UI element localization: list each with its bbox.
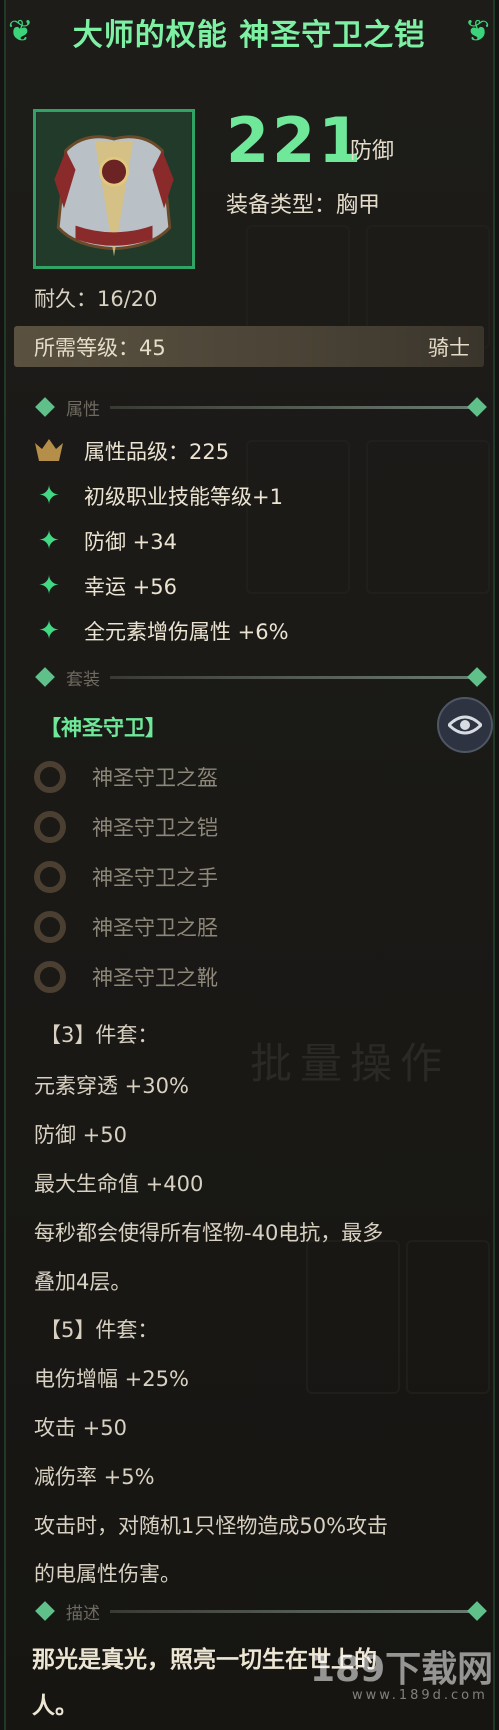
set-bonus-line: 的电属性伤害。 bbox=[34, 1562, 181, 1586]
diamond-icon bbox=[35, 397, 55, 417]
section-label: 属性 bbox=[66, 399, 100, 420]
set-bonus-line: 减伤率 +5% bbox=[34, 1465, 155, 1489]
set-piece: 神圣守卫之手 bbox=[34, 857, 218, 897]
set-piece-name: 神圣守卫之胫 bbox=[92, 916, 218, 940]
divider bbox=[110, 1609, 472, 1613]
chest-armor-icon bbox=[37, 112, 191, 266]
description-line: 人。 bbox=[32, 1693, 78, 1719]
section-header-set: 套装 bbox=[28, 662, 487, 692]
set-piece: 神圣守卫之胫 bbox=[34, 907, 218, 947]
set-bonus-line: 防御 +50 bbox=[34, 1123, 127, 1147]
attribute-row: ✦ 初级职业技能等级+1 bbox=[32, 476, 283, 516]
set-bonus-line: 叠加4层。 bbox=[34, 1270, 132, 1294]
preview-eye-button[interactable] bbox=[437, 697, 493, 753]
set-piece-name: 神圣守卫之盔 bbox=[92, 766, 218, 790]
attribute-row: ✦ 幸运 +56 bbox=[32, 566, 177, 606]
attribute-text: 初级职业技能等级+1 bbox=[84, 485, 283, 509]
attribute-row: 属性品级：225 bbox=[32, 431, 229, 471]
inactive-ring-icon bbox=[34, 861, 66, 893]
attribute-row: ✦ 全元素增伤属性 +6% bbox=[32, 611, 289, 651]
set-bonus-3-header: 【3】件套： bbox=[40, 1023, 159, 1047]
section-label: 套装 bbox=[66, 669, 100, 690]
requirement-bar: 所需等级：45 骑士 bbox=[14, 326, 484, 367]
diamond-icon bbox=[35, 1601, 55, 1621]
set-bonus-line: 元素穿透 +30% bbox=[34, 1074, 189, 1098]
eye-icon bbox=[448, 715, 482, 735]
durability: 耐久：16/20 bbox=[34, 287, 158, 311]
divider bbox=[110, 675, 472, 679]
set-name: 【神圣守卫】 bbox=[40, 716, 166, 740]
set-piece-name: 神圣守卫之靴 bbox=[92, 966, 218, 990]
sparkle-icon: ✦ bbox=[38, 526, 60, 556]
title-bar: ❦ 大师的权能 神圣守卫之铠 ❦ bbox=[8, 6, 490, 58]
diamond-icon bbox=[467, 667, 487, 687]
equip-type: 装备类型：胸甲 bbox=[226, 193, 381, 218]
section-header-description: 描述 bbox=[28, 1596, 487, 1626]
background-slot bbox=[246, 440, 350, 594]
attribute-text: 幸运 +56 bbox=[84, 575, 177, 599]
defense-label: 防御 bbox=[350, 139, 395, 164]
section-label: 描述 bbox=[66, 1603, 100, 1624]
item-icon[interactable] bbox=[33, 109, 195, 269]
required-class: 骑士 bbox=[428, 335, 470, 360]
set-bonus-line: 攻击 +50 bbox=[34, 1416, 127, 1440]
background-slot bbox=[366, 440, 490, 594]
diamond-icon bbox=[35, 667, 55, 687]
attribute-text: 防御 +34 bbox=[84, 530, 177, 554]
sparkle-icon: ✦ bbox=[38, 571, 60, 601]
item-title: 大师的权能 神圣守卫之铠 bbox=[72, 18, 426, 53]
sparkle-icon: ✦ bbox=[38, 481, 60, 511]
attribute-text: 属性品级：225 bbox=[84, 440, 230, 464]
required-level: 所需等级：45 bbox=[34, 335, 166, 360]
site-watermark-logo: 189下载网 bbox=[310, 1649, 494, 1690]
inactive-ring-icon bbox=[34, 961, 66, 993]
set-piece: 神圣守卫之靴 bbox=[34, 957, 218, 997]
set-piece-name: 神圣守卫之铠 bbox=[92, 816, 218, 840]
divider bbox=[110, 405, 472, 409]
inactive-ring-icon bbox=[34, 811, 66, 843]
set-bonus-line: 每秒都会使得所有怪物-40电抗，最多 bbox=[34, 1221, 384, 1245]
vine-ornament-icon: ❦ bbox=[464, 14, 490, 49]
set-piece: 神圣守卫之铠 bbox=[34, 807, 218, 847]
attribute-text: 全元素增伤属性 +6% bbox=[84, 620, 289, 644]
diamond-icon bbox=[467, 1601, 487, 1621]
set-bonus-line: 攻击时，对随机1只怪物造成50%攻击 bbox=[34, 1514, 389, 1538]
inactive-ring-icon bbox=[34, 761, 66, 793]
site-watermark-url: www.189d.com bbox=[352, 1688, 488, 1703]
attribute-row: ✦ 防御 +34 bbox=[32, 521, 177, 561]
inactive-ring-icon bbox=[34, 911, 66, 943]
background-slot bbox=[406, 1240, 490, 1394]
set-bonus-line: 电伤增幅 +25% bbox=[34, 1367, 189, 1391]
set-piece: 神圣守卫之盔 bbox=[34, 757, 218, 797]
vine-ornament-icon: ❦ bbox=[8, 14, 34, 49]
set-bonus-5-header: 【5】件套： bbox=[40, 1318, 159, 1342]
sparkle-icon: ✦ bbox=[38, 616, 60, 646]
defense-value: 221 bbox=[226, 104, 365, 177]
diamond-icon bbox=[467, 397, 487, 417]
set-bonus-line: 最大生命值 +400 bbox=[34, 1172, 204, 1196]
set-piece-name: 神圣守卫之手 bbox=[92, 866, 218, 890]
section-header-attributes: 属性 bbox=[28, 392, 487, 422]
crest-icon bbox=[32, 434, 66, 468]
background-batch-text: 批量操作 bbox=[250, 1039, 451, 1088]
background-slot bbox=[306, 1240, 400, 1394]
